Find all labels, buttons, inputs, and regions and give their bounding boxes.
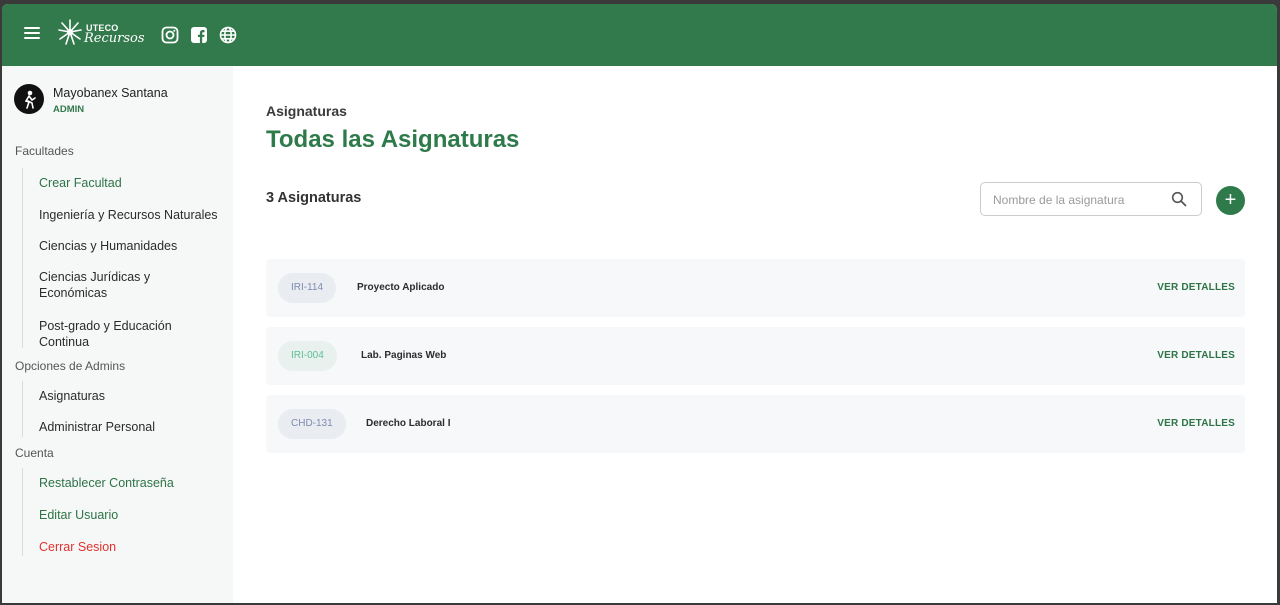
nav-group-admin: Asignaturas Administrar Personal: [22, 381, 155, 437]
list-item: CHD-131 Derecho Laboral I VER DETALLES: [266, 395, 1245, 453]
nav-item-crear-facultad[interactable]: Crear Facultad: [39, 175, 122, 191]
add-asignatura-button[interactable]: +: [1216, 186, 1245, 215]
top-header: UTECO Recursos: [2, 4, 1277, 66]
nav-item-administrar-personal[interactable]: Administrar Personal: [39, 419, 155, 435]
asignatura-name: Lab. Paginas Web: [361, 350, 447, 361]
search-input[interactable]: [993, 191, 1163, 209]
menu-icon[interactable]: [24, 26, 42, 42]
nav-item-label-line2: Continua: [39, 335, 90, 349]
section-title-admin: Opciones de Admins: [15, 359, 126, 373]
avatar[interactable]: [14, 84, 44, 114]
code-badge: IRI-004: [278, 341, 337, 371]
nav-item-label-line1: Post-grado y Educación: [39, 319, 172, 333]
user-name: Mayobanex Santana: [53, 86, 168, 100]
nav-group-cuenta: Restablecer Contraseña Editar Usuario Ce…: [22, 468, 174, 556]
section-title-cuenta: Cuenta: [15, 446, 54, 460]
nav-item-restablecer[interactable]: Restablecer Contraseña: [39, 475, 174, 491]
nav-group-facultades: Crear Facultad Ingeniería y Recursos Nat…: [22, 168, 218, 349]
search-box: [980, 182, 1202, 216]
asignatura-name: Proyecto Aplicado: [357, 282, 445, 293]
logo-text-script: Recursos: [84, 31, 145, 46]
list-item: IRI-004 Lab. Paginas Web VER DETALLES: [266, 327, 1245, 385]
nav-item-asignaturas[interactable]: Asignaturas: [39, 388, 105, 404]
ver-detalles-link[interactable]: VER DETALLES: [1157, 350, 1235, 361]
ver-detalles-link[interactable]: VER DETALLES: [1157, 418, 1235, 429]
nav-item-label-line1: Ciencias Jurídicas y: [39, 270, 151, 284]
list-item: IRI-114 Proyecto Aplicado VER DETALLES: [266, 259, 1245, 317]
globe-icon[interactable]: [219, 26, 237, 44]
nav-item-ingenieria[interactable]: Ingeniería y Recursos Naturales: [39, 207, 218, 223]
nav-item-cerrar-sesion[interactable]: Cerrar Sesion: [39, 539, 116, 555]
nav-item-ciencias-humanidades[interactable]: Ciencias y Humanidades: [39, 238, 177, 254]
asignatura-name: Derecho Laboral I: [366, 418, 451, 429]
sunburst-logo-icon: [58, 19, 82, 45]
nav-item-label-line2: Económicas: [39, 286, 108, 300]
facebook-icon[interactable]: [190, 26, 208, 44]
result-count: 3 Asignaturas: [266, 190, 362, 206]
section-title-facultades: Facultades: [15, 144, 74, 158]
sidebar: Mayobanex Santana ADMIN Facultades Crear…: [2, 66, 233, 603]
ver-detalles-link[interactable]: VER DETALLES: [1157, 282, 1235, 293]
user-role: ADMIN: [53, 104, 85, 115]
page-eyebrow: Asignaturas: [266, 103, 347, 119]
code-badge: IRI-114: [278, 273, 337, 303]
instagram-icon[interactable]: [161, 26, 179, 44]
page-title: Todas las Asignaturas: [266, 126, 520, 153]
code-badge: CHD-131: [278, 409, 346, 439]
search-icon[interactable]: [1171, 191, 1187, 207]
nav-item-editar-usuario[interactable]: Editar Usuario: [39, 507, 118, 523]
uteco-logo[interactable]: UTECO Recursos: [56, 16, 145, 52]
app-window: UTECO Recursos Mayobanex Santana ADMIN F…: [2, 4, 1277, 603]
